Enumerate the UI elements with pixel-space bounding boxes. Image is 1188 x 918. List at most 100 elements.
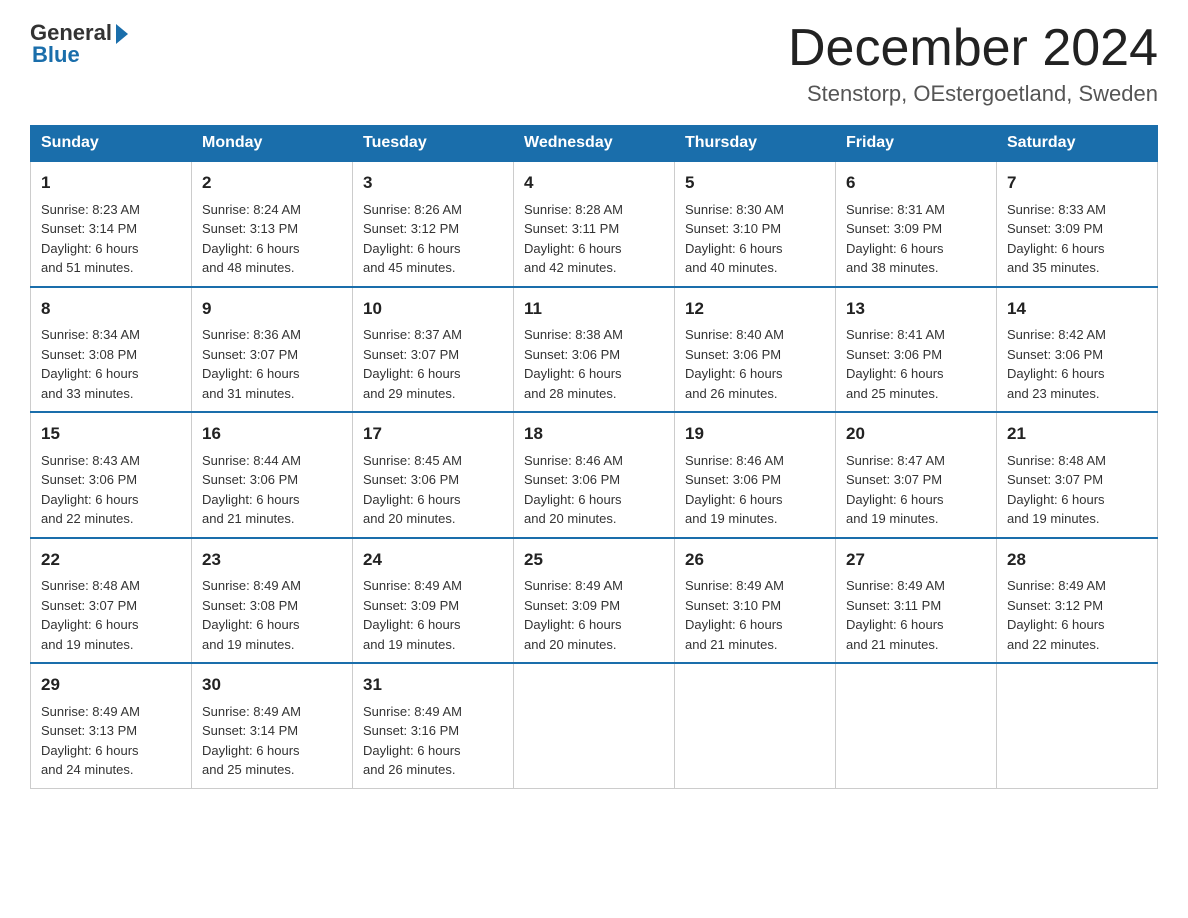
column-header-wednesday: Wednesday	[514, 126, 675, 162]
day-number: 22	[41, 547, 181, 573]
sunrise-text: Sunrise: 8:26 AM	[363, 200, 503, 220]
day-number: 15	[41, 421, 181, 447]
logo-arrow-icon	[116, 24, 128, 44]
daylight-minutes-text: and 21 minutes.	[685, 635, 825, 655]
sunrise-text: Sunrise: 8:38 AM	[524, 325, 664, 345]
daylight-minutes-text: and 23 minutes.	[1007, 384, 1147, 404]
daylight-minutes-text: and 19 minutes.	[846, 509, 986, 529]
daylight-text: Daylight: 6 hours	[41, 239, 181, 259]
sunrise-text: Sunrise: 8:40 AM	[685, 325, 825, 345]
calendar-header: SundayMondayTuesdayWednesdayThursdayFrid…	[31, 126, 1158, 162]
sunrise-text: Sunrise: 8:46 AM	[524, 451, 664, 471]
calendar-cell: 13Sunrise: 8:41 AMSunset: 3:06 PMDayligh…	[836, 287, 997, 413]
column-header-thursday: Thursday	[675, 126, 836, 162]
sunset-text: Sunset: 3:09 PM	[1007, 219, 1147, 239]
day-number: 11	[524, 296, 664, 322]
daylight-text: Daylight: 6 hours	[1007, 239, 1147, 259]
daylight-text: Daylight: 6 hours	[202, 741, 342, 761]
sunrise-text: Sunrise: 8:49 AM	[202, 576, 342, 596]
sunrise-text: Sunrise: 8:49 AM	[363, 576, 503, 596]
day-number: 13	[846, 296, 986, 322]
sunrise-text: Sunrise: 8:49 AM	[846, 576, 986, 596]
sunset-text: Sunset: 3:12 PM	[363, 219, 503, 239]
sunset-text: Sunset: 3:06 PM	[202, 470, 342, 490]
daylight-text: Daylight: 6 hours	[363, 239, 503, 259]
day-number: 4	[524, 170, 664, 196]
sunset-text: Sunset: 3:06 PM	[41, 470, 181, 490]
sunset-text: Sunset: 3:06 PM	[685, 345, 825, 365]
calendar-cell: 20Sunrise: 8:47 AMSunset: 3:07 PMDayligh…	[836, 412, 997, 538]
calendar-week-2: 8Sunrise: 8:34 AMSunset: 3:08 PMDaylight…	[31, 287, 1158, 413]
day-number: 16	[202, 421, 342, 447]
calendar-week-1: 1Sunrise: 8:23 AMSunset: 3:14 PMDaylight…	[31, 161, 1158, 287]
day-number: 10	[363, 296, 503, 322]
sunset-text: Sunset: 3:09 PM	[524, 596, 664, 616]
sunset-text: Sunset: 3:06 PM	[524, 470, 664, 490]
calendar-cell: 4Sunrise: 8:28 AMSunset: 3:11 PMDaylight…	[514, 161, 675, 287]
logo-blue-text: Blue	[32, 42, 80, 68]
sunset-text: Sunset: 3:09 PM	[363, 596, 503, 616]
daylight-minutes-text: and 21 minutes.	[846, 635, 986, 655]
calendar-cell: 28Sunrise: 8:49 AMSunset: 3:12 PMDayligh…	[997, 538, 1158, 664]
sunrise-text: Sunrise: 8:28 AM	[524, 200, 664, 220]
calendar-cell: 24 Sunrise: 8:49 AMSunset: 3:09 PMDayligh…	[353, 538, 514, 664]
daylight-minutes-text: and 19 minutes.	[41, 635, 181, 655]
day-number: 7	[1007, 170, 1147, 196]
sunrise-text: Sunrise: 8:47 AM	[846, 451, 986, 471]
day-number: 19	[685, 421, 825, 447]
daylight-minutes-text: and 51 minutes.	[41, 258, 181, 278]
sunrise-text: Sunrise: 8:48 AM	[1007, 451, 1147, 471]
day-number: 28	[1007, 547, 1147, 573]
daylight-minutes-text: and 25 minutes.	[202, 760, 342, 780]
sunset-text: Sunset: 3:13 PM	[41, 721, 181, 741]
sunrise-text: Sunrise: 8:44 AM	[202, 451, 342, 471]
calendar-cell: 22Sunrise: 8:48 AMSunset: 3:07 PMDayligh…	[31, 538, 192, 664]
sunrise-text: Sunrise: 8:34 AM	[41, 325, 181, 345]
sunset-text: Sunset: 3:07 PM	[1007, 470, 1147, 490]
day-number: 12	[685, 296, 825, 322]
day-number: 31	[363, 672, 503, 698]
sunrise-text: Sunrise: 8:49 AM	[41, 702, 181, 722]
sunset-text: Sunset: 3:11 PM	[524, 219, 664, 239]
daylight-minutes-text: and 21 minutes.	[202, 509, 342, 529]
calendar-cell: 9Sunrise: 8:36 AMSunset: 3:07 PMDaylight…	[192, 287, 353, 413]
daylight-text: Daylight: 6 hours	[363, 364, 503, 384]
daylight-minutes-text: and 31 minutes.	[202, 384, 342, 404]
day-number: 2	[202, 170, 342, 196]
daylight-minutes-text: and 29 minutes.	[363, 384, 503, 404]
day-number: 24	[363, 547, 503, 573]
daylight-minutes-text: and 45 minutes.	[363, 258, 503, 278]
daylight-text: Daylight: 6 hours	[685, 490, 825, 510]
day-number: 17	[363, 421, 503, 447]
sunset-text: Sunset: 3:07 PM	[846, 470, 986, 490]
daylight-text: Daylight: 6 hours	[524, 364, 664, 384]
calendar-cell: 18Sunrise: 8:46 AMSunset: 3:06 PMDayligh…	[514, 412, 675, 538]
day-number: 30	[202, 672, 342, 698]
calendar-cell: 30Sunrise: 8:49 AMSunset: 3:14 PMDayligh…	[192, 663, 353, 788]
daylight-text: Daylight: 6 hours	[41, 490, 181, 510]
calendar-cell: 2Sunrise: 8:24 AMSunset: 3:13 PMDaylight…	[192, 161, 353, 287]
calendar-cell	[997, 663, 1158, 788]
daylight-text: Daylight: 6 hours	[363, 615, 503, 635]
calendar-body: 1Sunrise: 8:23 AMSunset: 3:14 PMDaylight…	[31, 161, 1158, 788]
calendar-week-4: 22Sunrise: 8:48 AMSunset: 3:07 PMDayligh…	[31, 538, 1158, 664]
calendar-cell: 25Sunrise: 8:49 AMSunset: 3:09 PMDayligh…	[514, 538, 675, 664]
sunrise-text: Sunrise: 8:49 AM	[524, 576, 664, 596]
sunrise-text: Sunrise: 8:49 AM	[202, 702, 342, 722]
sunset-text: Sunset: 3:09 PM	[846, 219, 986, 239]
page-header: General Blue December 2024 Stenstorp, OE…	[30, 20, 1158, 107]
sunset-text: Sunset: 3:08 PM	[41, 345, 181, 365]
column-header-tuesday: Tuesday	[353, 126, 514, 162]
daylight-minutes-text: and 19 minutes.	[1007, 509, 1147, 529]
sunrise-text: Sunrise: 8:36 AM	[202, 325, 342, 345]
daylight-text: Daylight: 6 hours	[846, 615, 986, 635]
daylight-text: Daylight: 6 hours	[685, 364, 825, 384]
day-number: 6	[846, 170, 986, 196]
calendar-cell: 26Sunrise: 8:49 AMSunset: 3:10 PMDayligh…	[675, 538, 836, 664]
sunrise-text: Sunrise: 8:31 AM	[846, 200, 986, 220]
day-number: 20	[846, 421, 986, 447]
sunrise-text: Sunrise: 8:37 AM	[363, 325, 503, 345]
daylight-text: Daylight: 6 hours	[1007, 615, 1147, 635]
sunrise-text: Sunrise: 8:33 AM	[1007, 200, 1147, 220]
sunrise-text: Sunrise: 8:46 AM	[685, 451, 825, 471]
